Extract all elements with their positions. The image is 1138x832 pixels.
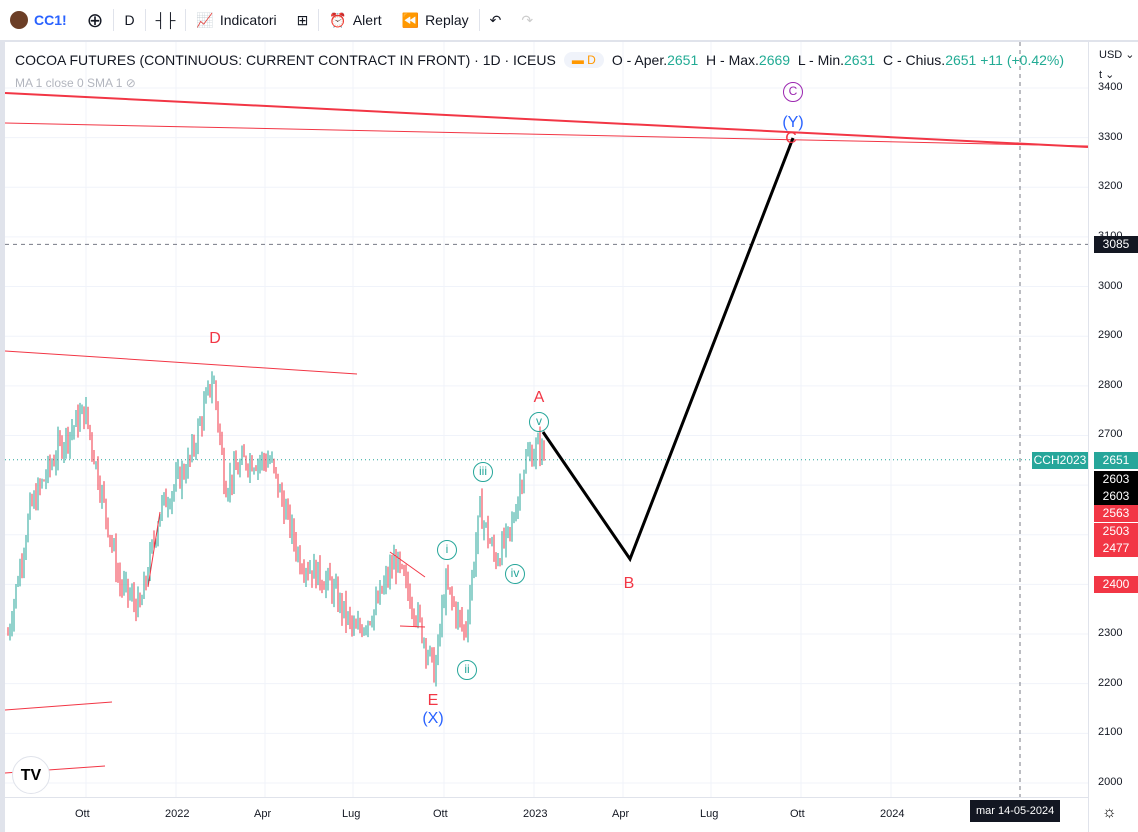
tradingview-logo-icon[interactable]: TV bbox=[12, 756, 50, 794]
redo-icon: ↷ bbox=[521, 11, 534, 28]
alarm-clock-icon: ⏰ bbox=[329, 11, 347, 28]
time-tick: 2024 bbox=[880, 808, 905, 820]
layouts-button[interactable]: ⊞ bbox=[287, 0, 319, 40]
time-tick: 2023 bbox=[523, 808, 548, 820]
currency-select[interactable]: USD ⌄ bbox=[1099, 48, 1135, 61]
price-label: 2477 bbox=[1094, 540, 1138, 558]
projection-path bbox=[541, 137, 795, 563]
price-tick: 3400 bbox=[1098, 81, 1123, 93]
wave-label[interactable]: C bbox=[785, 130, 797, 148]
wave-label[interactable]: (Y) bbox=[782, 114, 803, 132]
wave-label[interactable]: C bbox=[783, 82, 803, 102]
undo-button[interactable]: ↶ bbox=[480, 0, 512, 40]
unit-select[interactable]: t ⌄ bbox=[1099, 68, 1114, 81]
contract-tag: CCH2023 bbox=[1032, 451, 1088, 469]
rewind-icon: ⏪ bbox=[401, 11, 420, 28]
ma-indicator-legend[interactable]: MA 1 close 0 SMA 1 ⊘ bbox=[15, 76, 136, 90]
price-label: 2651 bbox=[1094, 451, 1138, 469]
wave-label[interactable]: iv bbox=[505, 564, 525, 584]
price-tick: 2000 bbox=[1098, 775, 1123, 788]
price-tick: 3000 bbox=[1098, 279, 1123, 292]
price-tick: 2200 bbox=[1098, 676, 1123, 689]
price-label: 3085 bbox=[1094, 236, 1138, 254]
wave-label[interactable]: E bbox=[428, 692, 439, 710]
indicators-button[interactable]: 📈 Indicatori bbox=[186, 0, 286, 40]
time-tick: Apr bbox=[254, 808, 272, 820]
interval-button[interactable]: D bbox=[114, 0, 144, 40]
settings-gear-icon[interactable]: ☼ bbox=[1102, 804, 1117, 822]
chart-canvas[interactable] bbox=[5, 42, 1138, 832]
time-tick: 2022 bbox=[165, 808, 190, 820]
price-tick: 2300 bbox=[1098, 627, 1123, 640]
indicators-icon: 📈 bbox=[196, 11, 214, 28]
bars-icon: ┤├ bbox=[155, 12, 176, 28]
time-tick: Ott bbox=[790, 808, 805, 820]
wave-label[interactable]: B bbox=[624, 575, 635, 593]
wave-label[interactable]: A bbox=[534, 389, 545, 407]
replay-button[interactable]: ⏪ Replay bbox=[392, 0, 479, 40]
ohlc-values: O - Aper.2651 H - Max.2669 L - Min.2631 … bbox=[611, 52, 1065, 68]
chart-type-button[interactable]: ┤├ bbox=[146, 0, 186, 40]
trendline bbox=[5, 350, 358, 375]
grid-icon: ⊞ bbox=[296, 11, 309, 28]
add-symbol-button[interactable]: ⊕ bbox=[77, 0, 114, 40]
symbol-title: COCOA FUTURES (CONTINUOUS: CURRENT CONTR… bbox=[15, 52, 556, 68]
symbol-button[interactable]: CC1! bbox=[0, 0, 77, 40]
wave-label[interactable]: D bbox=[209, 330, 221, 348]
wave-label[interactable]: (X) bbox=[422, 710, 443, 728]
top-toolbar: CC1! ⊕ D ┤├ 📈 Indicatori ⊞ ⏰ Alert ⏪ Replay… bbox=[0, 0, 1138, 40]
wave-label[interactable]: v bbox=[529, 412, 549, 432]
time-tick: Ott bbox=[433, 808, 448, 820]
price-tick: 3300 bbox=[1098, 130, 1123, 143]
price-tick: 2100 bbox=[1098, 726, 1123, 739]
crosshair-date-label: mar 14-05-2024 bbox=[970, 800, 1061, 822]
market-status-badge: ▬ D bbox=[563, 52, 604, 68]
trendline bbox=[5, 122, 1089, 147]
price-tick: 2800 bbox=[1098, 378, 1123, 391]
wave-label[interactable]: iii bbox=[473, 462, 493, 482]
price-tick: 2900 bbox=[1098, 329, 1123, 342]
wave-label[interactable]: ii bbox=[457, 660, 477, 680]
redo-button[interactable]: ↷ bbox=[511, 0, 543, 40]
price-label: 2563 bbox=[1094, 505, 1138, 523]
triangle-line bbox=[399, 625, 426, 628]
time-tick: Lug bbox=[342, 808, 361, 820]
time-axis[interactable]: Ott 2022 Apr Lug Ott 2023 Apr Lug Ott 2024 bbox=[5, 797, 1088, 832]
wave-label[interactable]: i bbox=[437, 540, 457, 560]
undo-icon: ↶ bbox=[489, 11, 502, 28]
plus-circle-icon: ⊕ bbox=[86, 9, 104, 32]
trendline bbox=[5, 92, 1089, 148]
eye-crossed-icon[interactable]: ⊘ bbox=[126, 76, 136, 90]
price-tick: 3200 bbox=[1098, 180, 1123, 193]
price-label: 2603 bbox=[1094, 488, 1138, 506]
time-tick: Apr bbox=[612, 808, 630, 820]
chart-pane[interactable]: COCOA FUTURES (CONTINUOUS: CURRENT CONTR… bbox=[5, 42, 1138, 832]
chart-legend: COCOA FUTURES (CONTINUOUS: CURRENT CONTR… bbox=[15, 52, 1064, 68]
alert-button[interactable]: ⏰ Alert bbox=[319, 0, 391, 40]
time-tick: Ott bbox=[75, 808, 90, 820]
trendline bbox=[5, 701, 113, 711]
price-label: 2603 bbox=[1094, 471, 1138, 489]
price-tick: 2700 bbox=[1098, 428, 1123, 441]
cocoa-logo-icon bbox=[10, 11, 28, 29]
price-label: 2400 bbox=[1094, 576, 1138, 594]
price-label: 2503 bbox=[1094, 522, 1138, 540]
time-tick: Lug bbox=[700, 808, 719, 820]
